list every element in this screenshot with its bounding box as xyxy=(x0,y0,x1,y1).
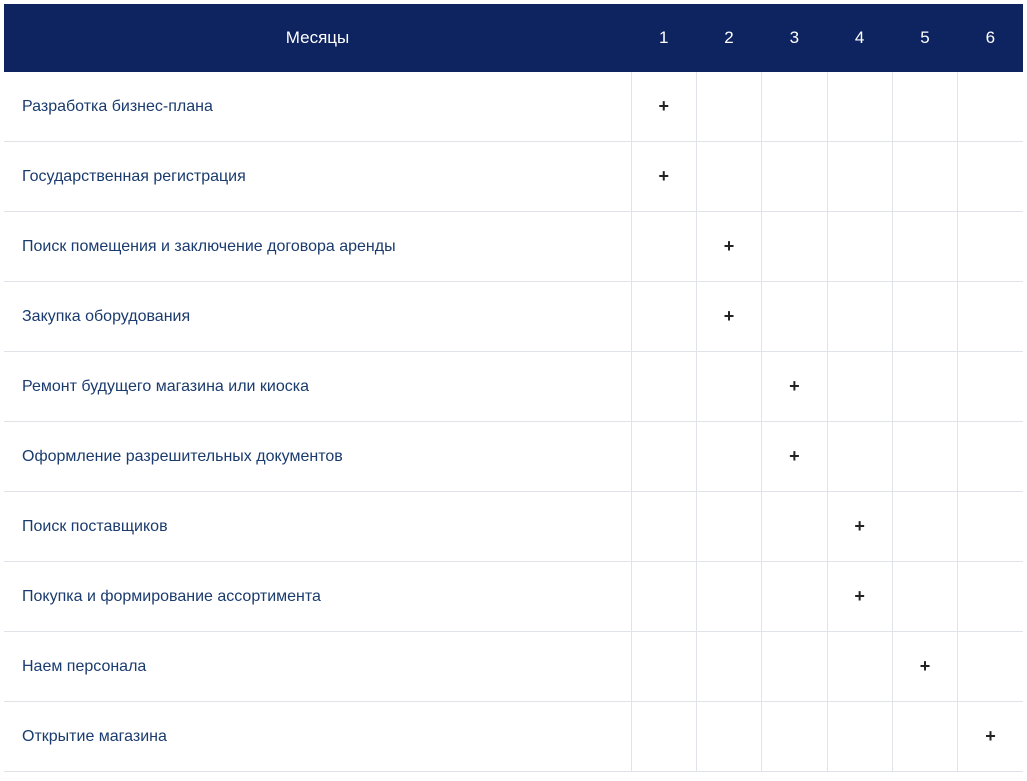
table-row: Закупка оборудования + xyxy=(4,282,1023,352)
cell-mark xyxy=(696,492,761,562)
row-label: Разработка бизнес-плана xyxy=(4,72,631,142)
cell-mark: + xyxy=(762,422,827,492)
cell-mark: + xyxy=(958,702,1023,772)
cell-mark xyxy=(696,72,761,142)
cell-mark xyxy=(958,422,1023,492)
row-label: Ремонт будущего магазина или киоска xyxy=(4,352,631,422)
cell-mark xyxy=(958,632,1023,702)
cell-mark xyxy=(827,72,892,142)
cell-mark xyxy=(762,72,827,142)
cell-mark xyxy=(958,492,1023,562)
row-label: Оформление разрешительных документов xyxy=(4,422,631,492)
cell-mark xyxy=(696,422,761,492)
gantt-schedule-table: Месяцы 1 2 3 4 5 6 Разработка бизнес-пла… xyxy=(4,4,1023,772)
cell-mark xyxy=(827,282,892,352)
header-month-1: 1 xyxy=(631,4,696,72)
row-label: Государственная регистрация xyxy=(4,142,631,212)
cell-mark xyxy=(892,142,957,212)
header-month-3: 3 xyxy=(762,4,827,72)
cell-mark xyxy=(631,632,696,702)
cell-mark xyxy=(958,212,1023,282)
cell-mark xyxy=(631,282,696,352)
cell-mark: + xyxy=(827,492,892,562)
cell-mark xyxy=(958,282,1023,352)
table-row: Открытие магазина + xyxy=(4,702,1023,772)
cell-mark xyxy=(958,72,1023,142)
row-label: Поиск помещения и заключение договора ар… xyxy=(4,212,631,282)
row-label: Покупка и формирование ассортимента xyxy=(4,562,631,632)
cell-mark xyxy=(631,702,696,772)
cell-mark xyxy=(892,702,957,772)
cell-mark: + xyxy=(696,282,761,352)
table-row: Разработка бизнес-плана+ xyxy=(4,72,1023,142)
cell-mark: + xyxy=(827,562,892,632)
cell-mark xyxy=(696,142,761,212)
cell-mark xyxy=(958,352,1023,422)
cell-mark: + xyxy=(631,142,696,212)
cell-mark xyxy=(762,282,827,352)
cell-mark xyxy=(958,142,1023,212)
table-row: Оформление разрешительных документов + xyxy=(4,422,1023,492)
cell-mark: + xyxy=(892,632,957,702)
cell-mark xyxy=(696,632,761,702)
cell-mark xyxy=(827,352,892,422)
header-month-4: 4 xyxy=(827,4,892,72)
table-row: Наем персонала + xyxy=(4,632,1023,702)
cell-mark xyxy=(827,632,892,702)
row-label: Наем персонала xyxy=(4,632,631,702)
cell-mark xyxy=(762,702,827,772)
header-month-2: 2 xyxy=(696,4,761,72)
cell-mark: + xyxy=(631,72,696,142)
cell-mark xyxy=(762,142,827,212)
cell-mark xyxy=(762,212,827,282)
cell-mark xyxy=(892,492,957,562)
table-header-row: Месяцы 1 2 3 4 5 6 xyxy=(4,4,1023,72)
table-row: Государственная регистрация+ xyxy=(4,142,1023,212)
cell-mark xyxy=(631,422,696,492)
cell-mark xyxy=(892,72,957,142)
cell-mark xyxy=(631,212,696,282)
cell-mark xyxy=(696,352,761,422)
table-row: Поиск помещения и заключение договора ар… xyxy=(4,212,1023,282)
cell-mark xyxy=(958,562,1023,632)
table-row: Покупка и формирование ассортимента + xyxy=(4,562,1023,632)
cell-mark xyxy=(827,142,892,212)
row-label: Закупка оборудования xyxy=(4,282,631,352)
cell-mark xyxy=(631,352,696,422)
table-body: Разработка бизнес-плана+Государственная … xyxy=(4,72,1023,772)
cell-mark: + xyxy=(696,212,761,282)
cell-mark xyxy=(762,492,827,562)
cell-mark xyxy=(827,422,892,492)
table-row: Ремонт будущего магазина или киоска + xyxy=(4,352,1023,422)
header-months-label: Месяцы xyxy=(4,4,631,72)
cell-mark xyxy=(762,632,827,702)
cell-mark xyxy=(892,422,957,492)
cell-mark xyxy=(762,562,827,632)
header-month-6: 6 xyxy=(958,4,1023,72)
cell-mark xyxy=(631,562,696,632)
cell-mark xyxy=(631,492,696,562)
cell-mark xyxy=(892,562,957,632)
header-month-5: 5 xyxy=(892,4,957,72)
cell-mark xyxy=(827,702,892,772)
cell-mark xyxy=(892,352,957,422)
row-label: Поиск поставщиков xyxy=(4,492,631,562)
cell-mark xyxy=(696,702,761,772)
cell-mark xyxy=(827,212,892,282)
cell-mark xyxy=(892,282,957,352)
cell-mark: + xyxy=(762,352,827,422)
table-row: Поиск поставщиков + xyxy=(4,492,1023,562)
row-label: Открытие магазина xyxy=(4,702,631,772)
cell-mark xyxy=(696,562,761,632)
cell-mark xyxy=(892,212,957,282)
